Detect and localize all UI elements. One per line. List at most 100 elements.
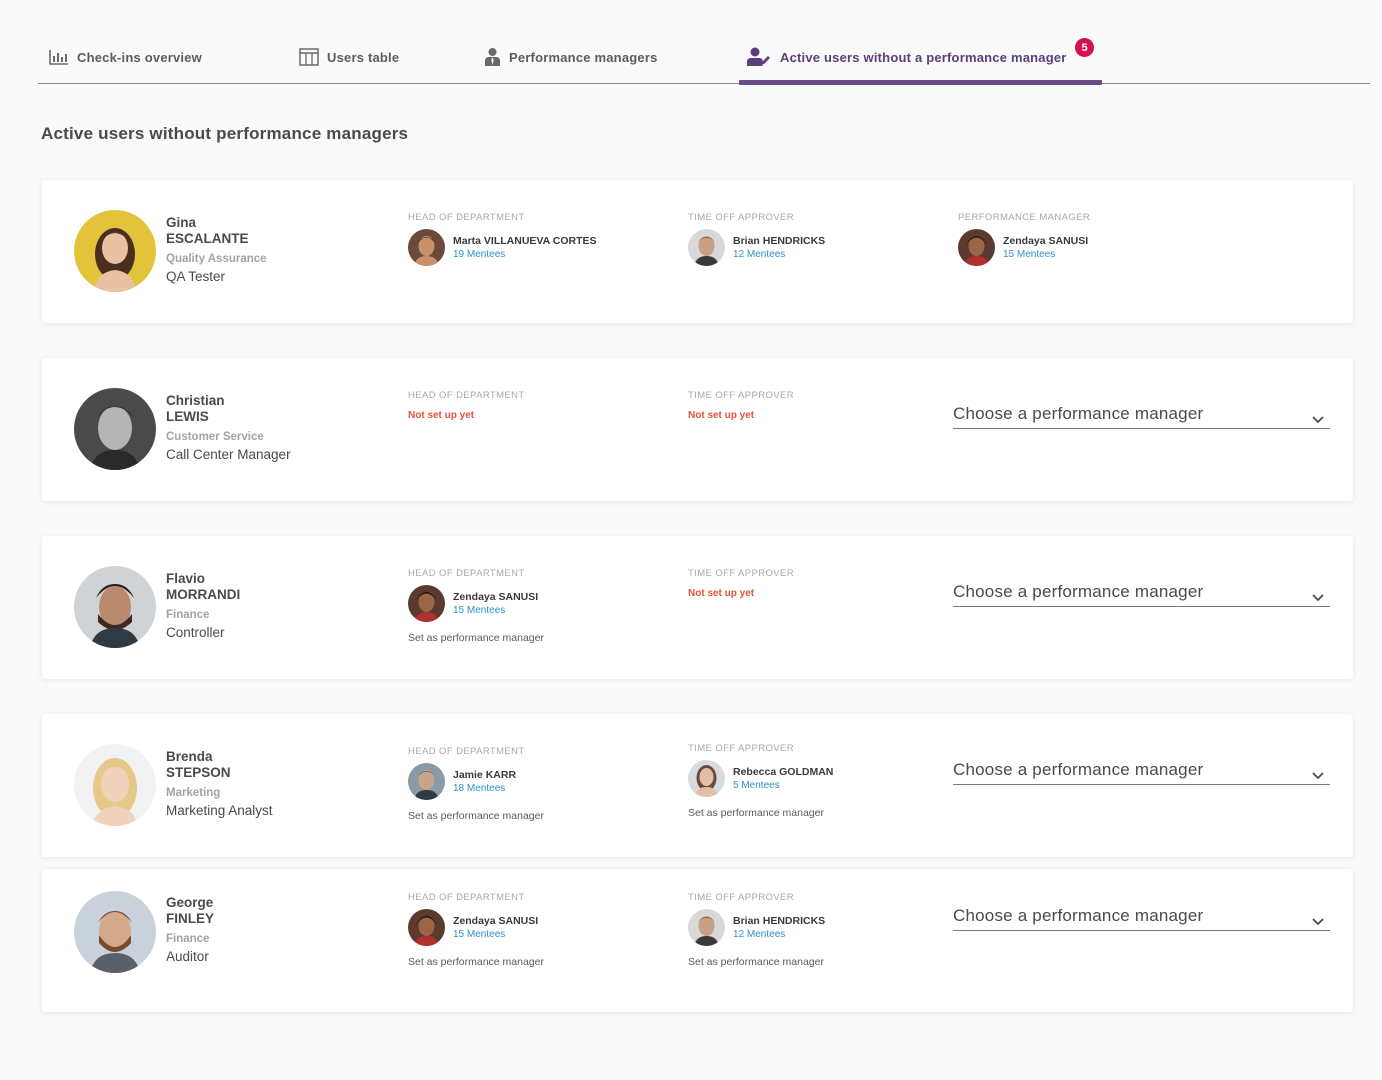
- user-job-title: QA Tester: [166, 269, 226, 284]
- user-info: Brenda STEPSON Marketing Marketing Analy…: [166, 749, 273, 818]
- user-card: Gina ESCALANTE Quality Assurance QA Test…: [42, 180, 1353, 323]
- user-department: Finance: [166, 609, 210, 621]
- set-as-pm-link[interactable]: Set as performance manager: [688, 807, 833, 819]
- column-header: HEAD OF DEPARTMENT: [408, 746, 525, 757]
- person-chip: Zendaya SANUSI 15 Mentees: [408, 909, 544, 946]
- column-header: PERFORMANCE MANAGER: [958, 212, 1091, 223]
- set-as-pm-link[interactable]: Set as performance manager: [408, 810, 544, 822]
- person-name: Rebecca GOLDMAN: [733, 765, 834, 778]
- user-info: Christian LEWIS Customer Service Call Ce…: [166, 393, 291, 462]
- person-name: Brian HENDRICKS: [733, 914, 826, 927]
- tab-check-ins-overview[interactable]: Check-ins overview: [49, 44, 202, 70]
- user-first-name: Brenda: [166, 749, 213, 764]
- tab-performance-managers[interactable]: Performance managers: [484, 44, 658, 70]
- person-chip: Marta VILLANUEVA CORTES 19 Mentees: [408, 229, 597, 266]
- user-last-name: LEWIS: [166, 409, 209, 424]
- avatar: [688, 909, 725, 946]
- count-badge: 5: [1075, 38, 1094, 57]
- column-header: TIME OFF APPROVER: [688, 892, 795, 903]
- chevron-down-icon: [1312, 913, 1324, 931]
- person-name: Zendaya SANUSI: [1003, 234, 1089, 247]
- mentees-link[interactable]: 15 Mentees: [453, 928, 538, 941]
- select-placeholder: Choose a performance manager: [953, 582, 1204, 601]
- user-card: Flavio MORRANDI Finance Controller HEAD …: [42, 536, 1353, 679]
- person-chip: Jamie KARR 18 Mentees: [408, 763, 544, 800]
- tab-users-table[interactable]: Users table: [299, 44, 399, 70]
- user-info: Flavio MORRANDI Finance Controller: [166, 571, 240, 640]
- head-of-department-column: HEAD OF DEPARTMENT Zendaya SANUSI 15 Men…: [408, 892, 544, 968]
- chevron-down-icon: [1312, 767, 1324, 785]
- user-first-name: Flavio: [166, 571, 206, 586]
- mentees-link[interactable]: 5 Mentees: [733, 779, 833, 792]
- active-tab-indicator: [739, 80, 1102, 85]
- user-info: George FINLEY Finance Auditor: [166, 895, 214, 964]
- mentees-link[interactable]: 15 Mentees: [1003, 248, 1088, 261]
- page-title: Active users without performance manager…: [41, 124, 409, 143]
- user-department: Quality Assurance: [166, 253, 267, 265]
- performance-manager-select[interactable]: Choose a performance manager: [953, 758, 1330, 785]
- time-off-approver-column: TIME OFF APPROVER Brian HENDRICKS 12 Men…: [688, 892, 825, 968]
- mentees-link[interactable]: 15 Mentees: [453, 604, 538, 617]
- avatar: [408, 585, 445, 622]
- person-name: Jamie KARR: [453, 768, 517, 781]
- column-header: HEAD OF DEPARTMENT: [408, 568, 525, 579]
- avatar: [74, 566, 156, 648]
- person-name: Zendaya SANUSI: [453, 590, 539, 603]
- mentees-link[interactable]: 12 Mentees: [733, 248, 825, 261]
- tab-label: Check-ins overview: [77, 49, 202, 65]
- person-chip: Rebecca GOLDMAN 5 Mentees: [688, 760, 833, 797]
- column-header: TIME OFF APPROVER: [688, 568, 795, 579]
- mentees-link[interactable]: 12 Mentees: [733, 928, 825, 941]
- head-of-department-column: HEAD OF DEPARTMENT Zendaya SANUSI 15 Men…: [408, 568, 544, 644]
- tab-active-users-without-pm[interactable]: Active users without a performance manag…: [747, 44, 1067, 70]
- avatar: [408, 909, 445, 946]
- user-last-name: ESCALANTE: [166, 231, 249, 246]
- user-job-title: Auditor: [166, 949, 209, 964]
- user-last-name: MORRANDI: [166, 587, 241, 602]
- tab-label: Performance managers: [509, 49, 658, 65]
- avatar: [408, 229, 445, 266]
- chevron-down-icon: [1312, 411, 1324, 429]
- not-set-up-text: Not set up yet: [688, 588, 755, 599]
- head-of-department-column: HEAD OF DEPARTMENT Jamie KARR 18 Mentees…: [408, 746, 544, 822]
- avatar: [74, 744, 156, 826]
- avatar: [74, 891, 156, 973]
- person-tie-icon: [484, 47, 501, 67]
- mentees-link[interactable]: 19 Mentees: [453, 248, 597, 261]
- head-of-department-column: HEAD OF DEPARTMENT Marta VILLANUEVA CORT…: [408, 212, 597, 266]
- column-header: HEAD OF DEPARTMENT: [408, 892, 525, 903]
- not-set-up-text: Not set up yet: [688, 410, 755, 421]
- time-off-approver-column: TIME OFF APPROVER Rebecca GOLDMAN 5 Ment…: [688, 743, 833, 819]
- performance-manager-select[interactable]: Choose a performance manager: [953, 402, 1330, 429]
- set-as-pm-link[interactable]: Set as performance manager: [408, 632, 544, 644]
- user-job-title: Controller: [166, 625, 225, 640]
- column-header: TIME OFF APPROVER: [688, 390, 795, 401]
- select-placeholder: Choose a performance manager: [953, 404, 1204, 423]
- user-last-name: STEPSON: [166, 765, 231, 780]
- performance-manager-select[interactable]: Choose a performance manager: [953, 580, 1330, 607]
- avatar: [408, 763, 445, 800]
- avatar: [688, 760, 725, 797]
- user-department: Marketing: [166, 787, 221, 799]
- set-as-pm-link[interactable]: Set as performance manager: [408, 956, 544, 968]
- bar-chart-icon: [49, 49, 69, 65]
- tab-label: Active users without a performance manag…: [780, 49, 1067, 65]
- user-first-name: George: [166, 895, 214, 910]
- not-set-up-text: Not set up yet: [408, 410, 475, 421]
- set-as-pm-link[interactable]: Set as performance manager: [688, 956, 825, 968]
- column-header: HEAD OF DEPARTMENT: [408, 212, 525, 223]
- person-name: Brian HENDRICKS: [733, 234, 826, 247]
- time-off-approver-column: TIME OFF APPROVER Not set up yet: [688, 390, 794, 421]
- mentees-link[interactable]: 18 Mentees: [453, 782, 516, 795]
- person-chip: Zendaya SANUSI 15 Mentees: [408, 585, 544, 622]
- person-chip: Zendaya SANUSI 15 Mentees: [958, 229, 1090, 266]
- user-first-name: Gina: [166, 215, 197, 230]
- user-last-name: FINLEY: [166, 911, 215, 926]
- user-job-title: Call Center Manager: [166, 447, 291, 462]
- user-card: Brenda STEPSON Marketing Marketing Analy…: [42, 714, 1353, 857]
- performance-manager-select[interactable]: Choose a performance manager: [953, 904, 1330, 931]
- chevron-down-icon: [1312, 589, 1324, 607]
- user-info: Gina ESCALANTE Quality Assurance QA Test…: [166, 215, 267, 284]
- avatar: [688, 229, 725, 266]
- time-off-approver-column: TIME OFF APPROVER Not set up yet: [688, 568, 794, 599]
